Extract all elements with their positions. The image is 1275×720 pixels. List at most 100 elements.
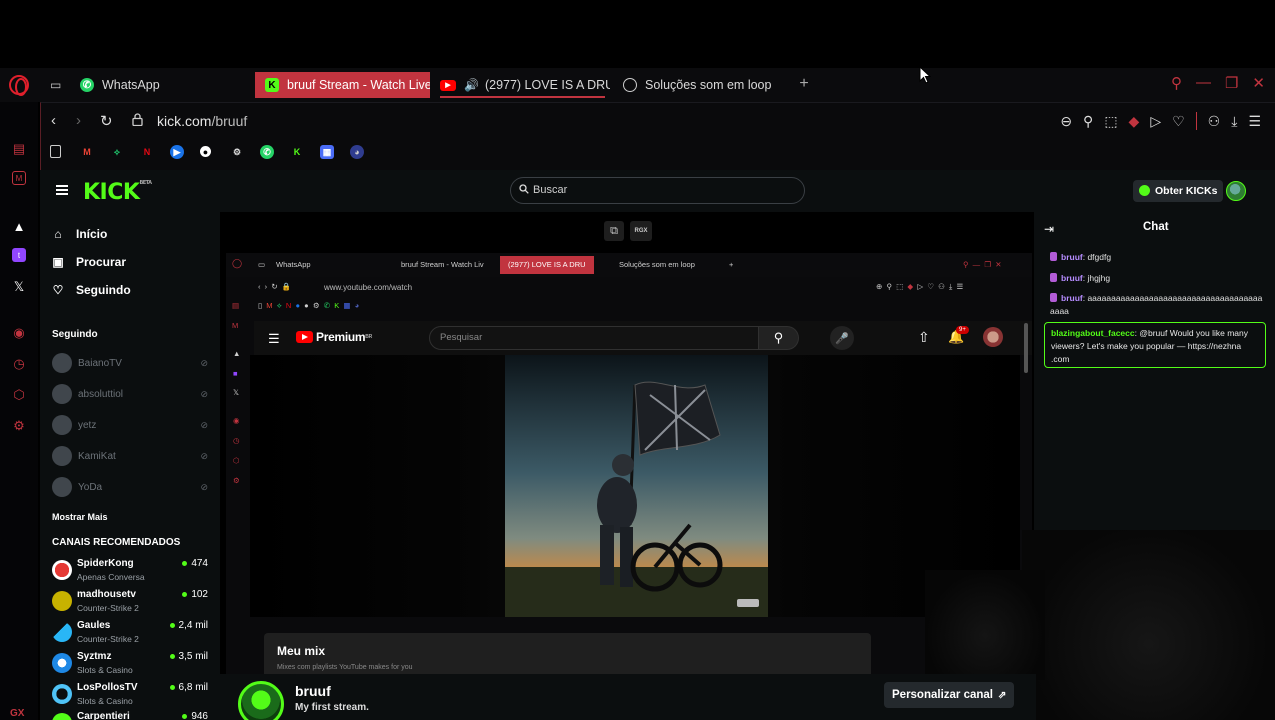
bookmark-apps-icon[interactable]: ▦ [320, 145, 334, 159]
aria-icon[interactable]: ▲ [10, 217, 28, 235]
get-kicks-button[interactable]: Obter KICKs [1133, 180, 1224, 202]
inner-bookmark-icons: ▯ M ⟡ N ● ● ⚙ ✆ K ▦ ◕ [258, 301, 360, 310]
chat-username[interactable]: blazingabout_facecc [1051, 328, 1135, 338]
tab-label: WhatsApp [102, 78, 160, 92]
album-art-image [505, 355, 768, 617]
avatar [52, 591, 72, 611]
inner-tab: WhatsApp [276, 260, 311, 269]
account-icon[interactable]: ⚇ [1208, 113, 1221, 130]
recommended-channel[interactable]: Carpentieri 946 [52, 711, 208, 720]
inner-side-icons: ▤ [232, 301, 240, 310]
workspaces-icon[interactable]: ▭ [50, 78, 61, 92]
channel-avatar[interactable] [238, 681, 284, 720]
following-channel[interactable]: yetz ⊘ [52, 414, 208, 436]
nav-home[interactable]: ⌂ Início [52, 227, 107, 241]
following-channel[interactable]: KamiKat ⊘ [52, 445, 208, 467]
stream-content-screen: ◯ ▭ WhatsApp bruuf Stream - Watch Liv (2… [226, 253, 1032, 674]
bookmark-chatgpt-icon[interactable]: ⟡ [110, 145, 124, 159]
back-icon[interactable]: ‹ [51, 112, 56, 129]
x-twitter-icon[interactable]: 𝕏 [10, 278, 28, 296]
close-icon[interactable]: ✕ [1252, 74, 1265, 92]
bookmark-page-icon[interactable] [50, 145, 61, 158]
tab-chatgpt[interactable]: Soluções som em loop [623, 72, 771, 98]
bookmark-discord-icon[interactable]: ◕ [350, 145, 364, 159]
new-tab-button[interactable]: + [796, 76, 812, 92]
spotify-icon[interactable]: ◉ [10, 324, 28, 342]
recommended-channel[interactable]: Syztmz Slots & Casino 3,5 mil [52, 651, 208, 679]
twitch-icon[interactable]: t [12, 248, 26, 262]
recommended-channel[interactable]: madhousetv Counter-Strike 2 102 [52, 589, 208, 617]
user-avatar[interactable] [1226, 181, 1246, 201]
kick-logo[interactable]: KICKBETA [83, 180, 152, 205]
gx-corner-icon[interactable]: ▤ [10, 140, 28, 158]
chat-message: bruuf: dfgdfg [1050, 251, 1265, 264]
tab-whatsapp[interactable]: ✆ WhatsApp [80, 72, 160, 98]
nav-browse[interactable]: ▣ Procurar [52, 255, 126, 269]
history-icon[interactable]: ◷ [10, 355, 28, 373]
zoom-icon[interactable]: ⊖ [1060, 113, 1072, 130]
bookmark-circle-icon[interactable]: ● [200, 146, 211, 157]
snapshot-icon[interactable]: ⬚ [1104, 113, 1117, 130]
extensions-icon[interactable]: ⬡ [10, 386, 28, 404]
settings-gear-icon[interactable]: ⚙ [10, 417, 28, 435]
rgx-badge[interactable]: RGX [630, 221, 652, 241]
bookmark-whatsapp-icon[interactable]: ✆ [260, 145, 274, 159]
menu-hamburger-icon[interactable] [56, 185, 68, 195]
audio-playing-icon[interactable]: 🔊 [464, 78, 479, 92]
yt-notification-badge: 9+ [956, 326, 969, 334]
following-channel[interactable]: YoDa ⊘ [52, 476, 208, 498]
send-icon[interactable]: ▷ [1150, 113, 1161, 130]
avatar [52, 622, 72, 642]
tab-label: Soluções som em loop [645, 78, 772, 92]
show-more-link[interactable]: Mostrar Mais [52, 512, 108, 522]
channel-category: Apenas Conversa [77, 572, 145, 582]
pin-icon[interactable]: ⚲ [1083, 113, 1093, 130]
bookmark-openai-icon[interactable]: ⚙ [230, 145, 244, 159]
channel-name: Syztmz [77, 651, 112, 662]
following-channel[interactable]: BaianoTV ⊘ [52, 352, 208, 374]
customize-channel-button[interactable]: Personalizar canal ⇗ [884, 682, 1015, 708]
yt-mic-icon: 🎤 [830, 326, 854, 350]
recommended-channel[interactable]: SpiderKong Apenas Conversa 474 [52, 558, 208, 586]
kick-logo-text: KICK [83, 180, 140, 205]
broadcaster-badge-icon [1050, 273, 1057, 282]
minimize-icon[interactable]: — [1196, 74, 1211, 92]
chat-username[interactable]: bruuf [1061, 273, 1083, 283]
popout-icon[interactable]: ⧉ [604, 221, 624, 241]
viewer-count: 946 [182, 711, 208, 720]
inner-new-tab-icon: + [729, 260, 734, 269]
bookmark-netflix-icon[interactable]: N [140, 145, 154, 159]
bookmark-kick-icon[interactable]: K [290, 145, 304, 159]
recommended-channel[interactable]: Gaules Counter-Strike 2 2,4 mil [52, 620, 208, 648]
download-icon[interactable]: ⤓ [1231, 113, 1237, 130]
avatar [52, 560, 72, 580]
bookmark-play-icon[interactable]: ▶ [170, 145, 184, 159]
chat-text: jhgjhg [1087, 273, 1111, 283]
chat-username[interactable]: bruuf [1061, 293, 1083, 303]
url-field[interactable]: kick.com/bruuf [157, 113, 247, 129]
chat-message-highlighted: blazingabout_facecc: @bruuf Would you li… [1044, 322, 1266, 368]
gmail-sidebar-icon[interactable]: M [12, 171, 26, 185]
forward-icon[interactable]: › [76, 112, 81, 129]
easy-setup-icon[interactable]: ☰ [1248, 113, 1261, 130]
maximize-icon[interactable]: ❐ [1225, 74, 1238, 92]
bookmark-gmail-icon[interactable]: M [80, 145, 94, 159]
following-channel[interactable]: absoluttiol ⊘ [52, 383, 208, 405]
heart-bookmark-icon[interactable]: ♡ [1172, 113, 1185, 130]
yt-upload-icon: ⇧ [918, 329, 930, 345]
channel-category: Counter-Strike 2 [77, 634, 139, 644]
nav-label: Seguindo [76, 283, 131, 297]
chat-collapse-icon[interactable]: ⇥ [1044, 222, 1054, 236]
chat-text: dfgdfg [1087, 252, 1112, 262]
chat-username[interactable]: bruuf [1061, 252, 1083, 262]
opera-logo-icon[interactable] [9, 75, 29, 96]
tab-kick-stream[interactable]: K bruuf Stream - Watch Live [255, 72, 430, 98]
tab-youtube[interactable]: ▶ 🔊 (2977) LOVE IS A DRUG [440, 72, 610, 98]
pocket-icon[interactable]: ◆ [1129, 113, 1140, 130]
channel-name[interactable]: bruuf [295, 683, 331, 699]
reload-icon[interactable]: ↻ [100, 112, 113, 130]
offline-icon: ⊘ [200, 357, 208, 368]
nav-following[interactable]: ♡ Seguindo [52, 283, 131, 297]
recommended-channel[interactable]: LosPollosTV Slots & Casino 6,8 mil [52, 682, 208, 710]
search-tabs-icon[interactable]: ⚲ [1171, 74, 1182, 92]
